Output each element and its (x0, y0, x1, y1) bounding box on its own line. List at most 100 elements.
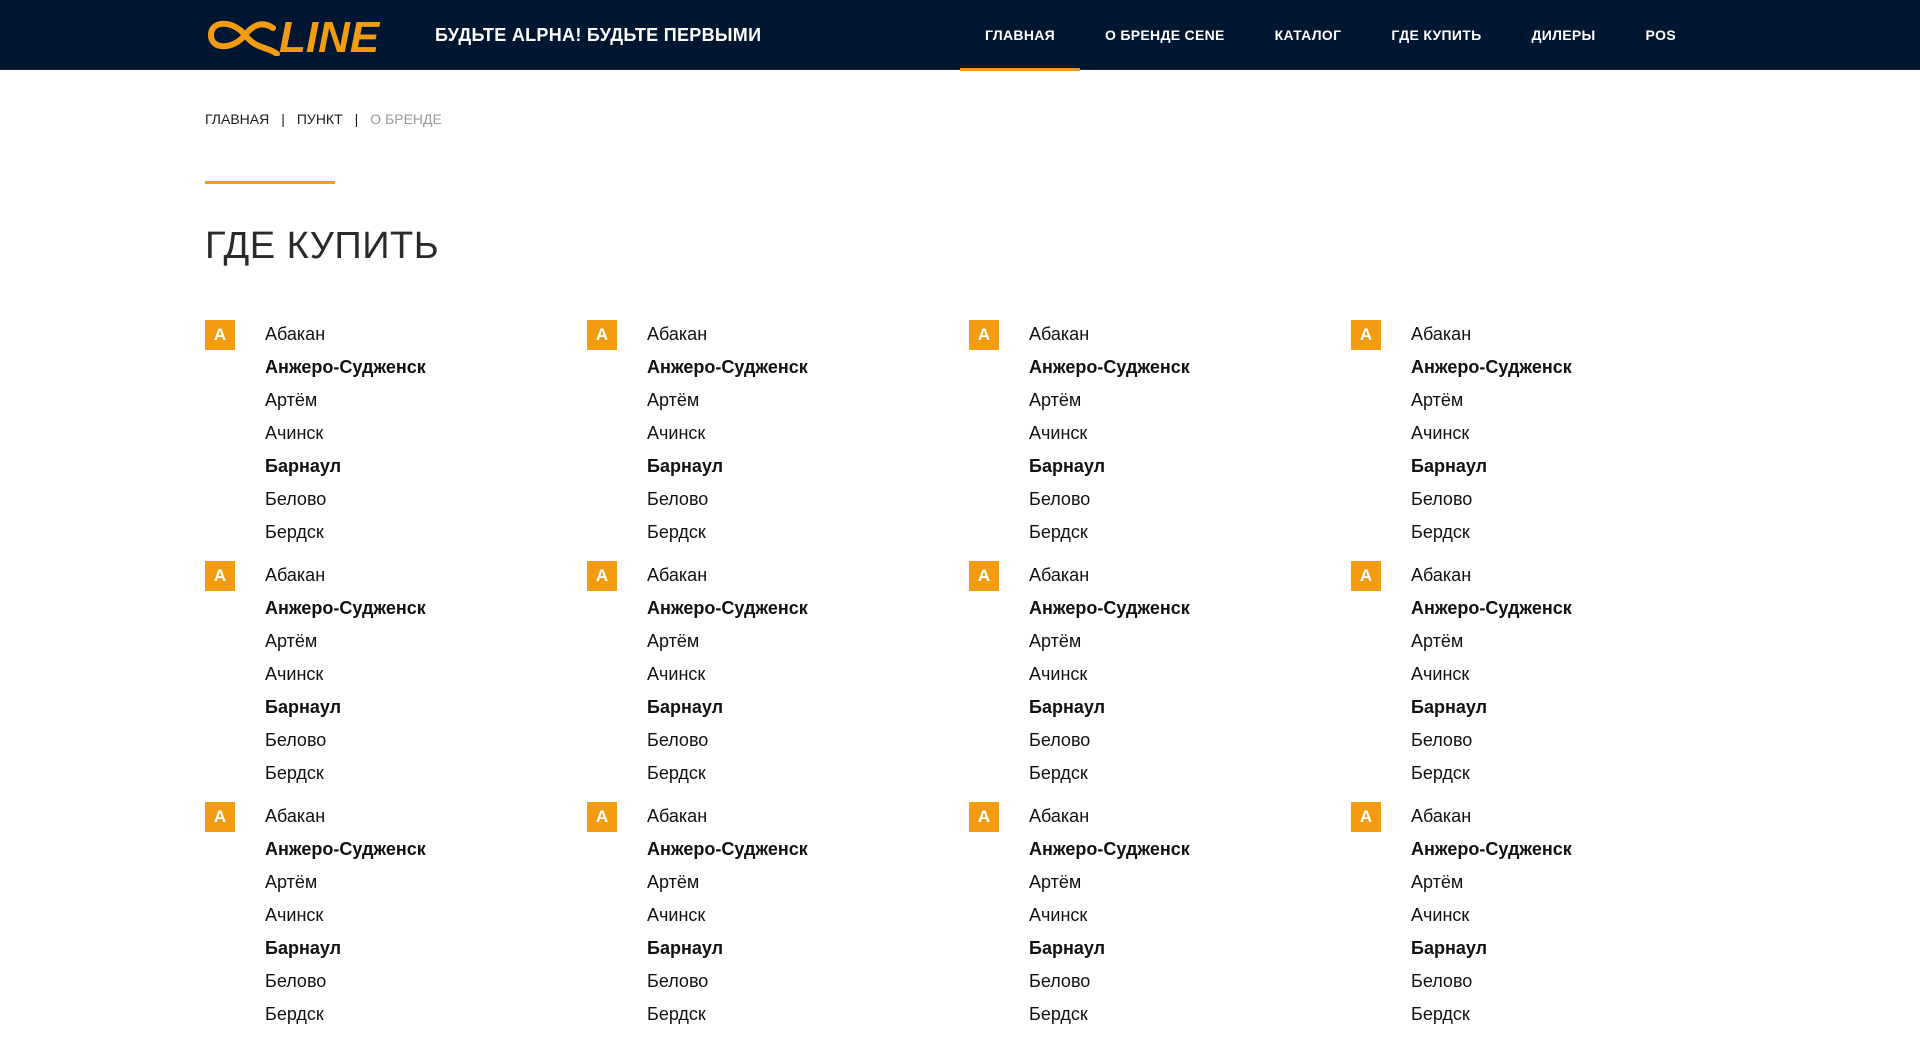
city-link[interactable]: Барнаул (265, 691, 426, 724)
nav-item-about-brand[interactable]: О БРЕНДЕ CENE (1080, 0, 1250, 70)
city-link[interactable]: Абакан (265, 800, 426, 833)
city-link[interactable]: Ачинск (647, 899, 808, 932)
city-link[interactable]: Бердск (1411, 998, 1572, 1031)
city-link[interactable]: Абакан (1029, 318, 1190, 351)
city-link[interactable]: Абакан (647, 318, 808, 351)
city-link[interactable]: Абакан (1411, 800, 1572, 833)
city-link[interactable]: Бердск (1029, 757, 1190, 790)
city-link[interactable]: Абакан (647, 800, 808, 833)
city-link[interactable]: Белово (265, 965, 426, 998)
letter-badge: А (205, 561, 235, 591)
city-link[interactable]: Бердск (265, 757, 426, 790)
breadcrumb-point[interactable]: ПУНКТ (297, 111, 343, 127)
city-link[interactable]: Барнаул (265, 932, 426, 965)
city-link[interactable]: Барнаул (647, 691, 808, 724)
city-link[interactable]: Барнаул (265, 450, 426, 483)
city-link[interactable]: Артём (1411, 384, 1572, 417)
city-link[interactable]: Барнаул (1029, 450, 1190, 483)
city-link[interactable]: Абакан (265, 559, 426, 592)
city-link[interactable]: Белово (1029, 965, 1190, 998)
city-link[interactable]: Артём (265, 625, 426, 658)
city-link[interactable]: Ачинск (1411, 417, 1572, 450)
city-link[interactable]: Анжеро-Судженск (647, 351, 808, 384)
city-link[interactable]: Барнаул (647, 450, 808, 483)
city-link[interactable]: Артём (647, 625, 808, 658)
city-link[interactable]: Абакан (265, 318, 426, 351)
svg-text:LINE: LINE (279, 14, 381, 56)
city-link[interactable]: Артём (647, 866, 808, 899)
city-link[interactable]: Бердск (265, 516, 426, 549)
city-link[interactable]: Артём (647, 384, 808, 417)
city-link[interactable]: Абакан (1029, 800, 1190, 833)
city-link[interactable]: Анжеро-Судженск (265, 592, 426, 625)
nav-item-pos[interactable]: POS (1621, 0, 1701, 70)
city-link[interactable]: Бердск (265, 998, 426, 1031)
city-link[interactable]: Анжеро-Судженск (647, 833, 808, 866)
city-link[interactable]: Барнаул (647, 932, 808, 965)
city-link[interactable]: Белово (265, 483, 426, 516)
city-group: А Абакан Анжеро-Судженск Артём Ачинск Барнаул… (1351, 800, 1733, 1041)
city-link[interactable]: Ачинск (1029, 658, 1190, 691)
city-link[interactable]: Белово (265, 724, 426, 757)
city-link[interactable]: Анжеро-Судженск (1029, 592, 1190, 625)
city-list: Абакан Анжеро-Судженск Артём Ачинск Барнаул Б… (647, 318, 808, 549)
city-group: А Абакан Анжеро-Судженск Артём Ачинск Барнаул… (587, 318, 969, 559)
city-link[interactable]: Анжеро-Судженск (1411, 351, 1572, 384)
city-link[interactable]: Белово (647, 483, 808, 516)
city-link[interactable]: Белово (1029, 724, 1190, 757)
city-link[interactable]: Абакан (647, 559, 808, 592)
city-link[interactable]: Барнаул (1411, 932, 1572, 965)
city-link[interactable]: Анжеро-Судженск (647, 592, 808, 625)
alpha-line-logo[interactable]: LINE (205, 14, 405, 56)
city-link[interactable]: Артём (1029, 384, 1190, 417)
city-link[interactable]: Абакан (1029, 559, 1190, 592)
city-link[interactable]: Ачинск (265, 899, 426, 932)
city-link[interactable]: Бердск (647, 516, 808, 549)
city-link[interactable]: Барнаул (1029, 932, 1190, 965)
city-link[interactable]: Бердск (1029, 998, 1190, 1031)
city-link[interactable]: Артём (1029, 866, 1190, 899)
city-link[interactable]: Белово (1411, 483, 1572, 516)
city-link[interactable]: Белово (1411, 724, 1572, 757)
nav-item-catalog[interactable]: КАТАЛОГ (1250, 0, 1367, 70)
city-link[interactable]: Артём (1411, 625, 1572, 658)
city-link[interactable]: Белово (647, 965, 808, 998)
city-link[interactable]: Ачинск (1411, 658, 1572, 691)
city-link[interactable]: Ачинск (1029, 417, 1190, 450)
city-link[interactable]: Анжеро-Судженск (1029, 833, 1190, 866)
city-link[interactable]: Анжеро-Судженск (1411, 833, 1572, 866)
city-link[interactable]: Ачинск (647, 417, 808, 450)
nav-item-home[interactable]: ГЛАВНАЯ (960, 0, 1081, 71)
page-title: ГДЕ КУПИТЬ (205, 225, 440, 267)
city-link[interactable]: Артём (265, 866, 426, 899)
breadcrumb-home[interactable]: ГЛАВНАЯ (205, 111, 269, 127)
city-link[interactable]: Бердск (1029, 516, 1190, 549)
city-link[interactable]: Белово (1029, 483, 1190, 516)
nav-item-dealers[interactable]: ДИЛЕРЫ (1506, 0, 1620, 70)
city-link[interactable]: Абакан (1411, 318, 1572, 351)
city-link[interactable]: Артём (265, 384, 426, 417)
city-link[interactable]: Артём (1411, 866, 1572, 899)
city-link[interactable]: Анжеро-Судженск (1411, 592, 1572, 625)
city-link[interactable]: Ачинск (1029, 899, 1190, 932)
city-group: А Абакан Анжеро-Судженск Артём Ачинск Барнаул… (205, 800, 587, 1041)
city-link[interactable]: Ачинск (265, 658, 426, 691)
city-link[interactable]: Ачинск (1411, 899, 1572, 932)
city-link[interactable]: Ачинск (647, 658, 808, 691)
city-link[interactable]: Барнаул (1029, 691, 1190, 724)
city-link[interactable]: Бердск (1411, 516, 1572, 549)
city-link[interactable]: Анжеро-Судженск (1029, 351, 1190, 384)
city-link[interactable]: Анжеро-Судженск (265, 833, 426, 866)
city-link[interactable]: Артём (1029, 625, 1190, 658)
city-link[interactable]: Белово (1411, 965, 1572, 998)
nav-item-where-to-buy[interactable]: ГДЕ КУПИТЬ (1366, 0, 1506, 70)
city-link[interactable]: Барнаул (1411, 691, 1572, 724)
city-link[interactable]: Абакан (1411, 559, 1572, 592)
city-link[interactable]: Анжеро-Судженск (265, 351, 426, 384)
city-link[interactable]: Белово (647, 724, 808, 757)
city-link[interactable]: Бердск (647, 757, 808, 790)
city-link[interactable]: Ачинск (265, 417, 426, 450)
city-link[interactable]: Бердск (647, 998, 808, 1031)
city-link[interactable]: Бердск (1411, 757, 1572, 790)
city-link[interactable]: Барнаул (1411, 450, 1572, 483)
